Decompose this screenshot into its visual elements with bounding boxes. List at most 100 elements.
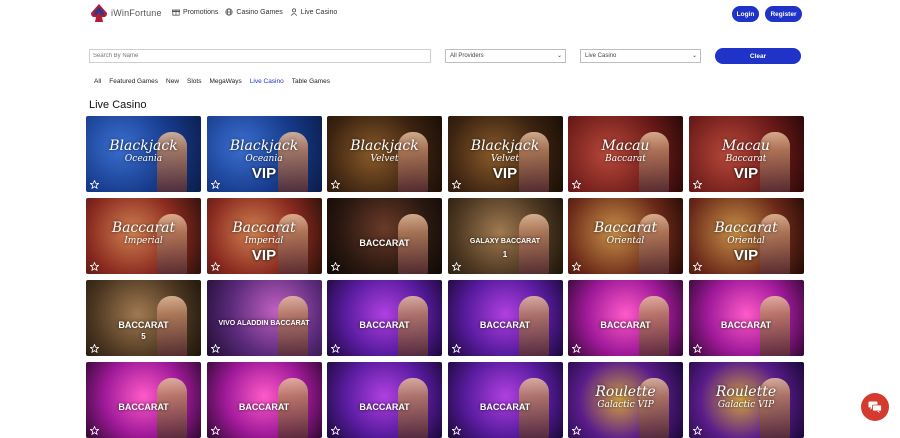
favorite-star-icon[interactable] — [210, 262, 220, 271]
favorite-star-icon[interactable] — [572, 344, 581, 353]
nav-casino-games[interactable]: Casino Games — [225, 8, 283, 16]
category-select-value: Live Casino — [585, 53, 617, 59]
favorite-star-icon[interactable] — [451, 180, 461, 189]
section-title: Live Casino — [89, 99, 147, 111]
category-tab[interactable]: MegaWays — [209, 78, 241, 85]
category-select[interactable]: Live Casino ⌄ — [580, 49, 701, 63]
tile-title: Blackjack — [470, 138, 540, 154]
category-tab[interactable]: Live Casino — [250, 78, 284, 85]
game-tile[interactable]: VIVO ALADDIN BACCARAT — [206, 280, 322, 356]
tile-vip-label: VIP — [733, 247, 759, 264]
tile-subtitle: 1 — [502, 250, 508, 259]
logo-text: iWinFortune — [111, 8, 162, 18]
game-tile[interactable]: Baccarat Oriental VIP — [688, 198, 804, 274]
tile-title: Baccarat — [232, 220, 296, 236]
game-tile[interactable]: BACCARAT — [447, 280, 563, 356]
tile-subtitle: Velvet — [370, 154, 399, 164]
category-tab[interactable]: Slots — [187, 78, 201, 85]
favorite-star-icon[interactable] — [210, 344, 220, 353]
game-tile[interactable]: BACCARAT 5 — [86, 280, 201, 356]
tile-title: BACCARAT — [600, 320, 651, 330]
favorite-star-icon[interactable] — [90, 344, 99, 353]
favorite-star-icon[interactable] — [451, 344, 461, 353]
favorite-star-icon[interactable] — [451, 262, 461, 271]
game-grid: Blackjack Oceania Blackjack Oceania VIP Black… — [86, 116, 804, 438]
favorite-star-icon[interactable] — [331, 180, 340, 189]
favorite-star-icon[interactable] — [90, 262, 99, 271]
filter-bar: All Providers ⌄ Live Casino ⌄ Clear — [89, 48, 801, 66]
tile-subtitle: Oceania — [124, 154, 163, 164]
tile-title: Baccarat — [714, 220, 778, 236]
tile-title: Blackjack — [109, 138, 178, 154]
tile-title: Macau — [601, 138, 650, 154]
game-tile[interactable]: Blackjack Oceania — [86, 116, 201, 192]
category-tab[interactable]: New — [166, 78, 179, 85]
tile-title: BACCARAT — [238, 402, 290, 412]
category-tab[interactable]: All — [94, 78, 101, 85]
game-tile[interactable]: Baccarat Imperial — [86, 198, 201, 274]
top-nav: iWinFortune Promotions Casino Games Live… — [0, 0, 900, 28]
person-icon — [290, 8, 297, 16]
game-tile[interactable]: Blackjack Velvet — [327, 116, 442, 192]
tile-vip-label: VIP — [251, 247, 277, 264]
login-button[interactable]: Login — [732, 6, 759, 22]
tile-title: GALAXY BACCARAT — [469, 238, 541, 245]
chevron-down-icon: ⌄ — [691, 53, 697, 59]
tile-title: Blackjack — [229, 138, 299, 154]
game-tile[interactable]: GALAXY BACCARAT 1 — [447, 198, 563, 274]
globe-icon — [225, 8, 234, 16]
game-tile[interactable]: Blackjack Velvet VIP — [447, 116, 563, 192]
chat-button[interactable] — [861, 393, 889, 421]
game-tile[interactable]: BACCARAT — [688, 280, 804, 356]
tile-subtitle: Oriental — [606, 236, 645, 246]
game-tile[interactable]: Macau Baccarat — [568, 116, 683, 192]
favorite-star-icon[interactable] — [331, 344, 340, 353]
game-tile[interactable]: BACCARAT — [327, 280, 442, 356]
search-input[interactable] — [89, 49, 431, 63]
providers-select[interactable]: All Providers ⌄ — [445, 49, 566, 63]
tile-title: BACCARAT — [720, 320, 772, 330]
tile-vip-label: VIP — [251, 165, 277, 182]
favorite-star-icon[interactable] — [90, 180, 99, 189]
tile-subtitle: Galactic VIP — [597, 400, 654, 410]
tile-title: Roulette — [715, 384, 777, 400]
favorite-star-icon[interactable] — [572, 180, 581, 189]
nav-live-casino[interactable]: Live Casino — [290, 8, 338, 16]
favorite-star-icon[interactable] — [572, 262, 581, 271]
favorite-star-icon[interactable] — [210, 426, 220, 435]
tile-subtitle: Galactic VIP — [717, 400, 775, 410]
tile-subtitle: Imperial — [124, 236, 163, 246]
favorite-star-icon[interactable] — [331, 262, 340, 271]
favorite-star-icon[interactable] — [572, 426, 581, 435]
tile-title: BACCARAT — [359, 320, 410, 330]
nav-links: Promotions Casino Games Live Casino — [172, 8, 337, 16]
favorite-star-icon[interactable] — [692, 426, 702, 435]
nav-promotions[interactable]: Promotions — [172, 8, 218, 16]
favorite-star-icon[interactable] — [451, 426, 461, 435]
register-button[interactable]: Register — [765, 6, 802, 22]
tile-vip-label: VIP — [733, 165, 759, 182]
tile-subtitle: Oriental — [727, 236, 765, 246]
logo[interactable]: iWinFortune — [89, 3, 162, 23]
favorite-star-icon[interactable] — [692, 262, 702, 271]
game-tile[interactable]: Macau Baccarat VIP — [688, 116, 804, 192]
favorite-star-icon[interactable] — [331, 426, 340, 435]
game-tile[interactable]: Blackjack Oceania VIP — [206, 116, 322, 192]
game-tile[interactable]: BACCARAT — [568, 280, 683, 356]
tile-title: BACCARAT — [118, 402, 169, 412]
tile-subtitle: Oceania — [245, 154, 283, 164]
game-tile[interactable]: Baccarat Imperial VIP — [206, 198, 322, 274]
favorite-star-icon[interactable] — [90, 426, 99, 435]
favorite-star-icon[interactable] — [692, 180, 702, 189]
favorite-star-icon[interactable] — [210, 180, 220, 189]
clear-button[interactable]: Clear — [715, 48, 801, 64]
game-tile[interactable]: BACCARAT — [327, 198, 442, 274]
nav-casino-games-label: Casino Games — [236, 8, 283, 16]
game-tile[interactable]: Baccarat Oriental — [568, 198, 683, 274]
category-tab[interactable]: Featured Games — [109, 78, 158, 85]
tile-title: Roulette — [595, 384, 656, 400]
nav-live-casino-label: Live Casino — [300, 8, 338, 16]
favorite-star-icon[interactable] — [692, 344, 702, 353]
tile-title: Blackjack — [350, 138, 419, 154]
category-tab[interactable]: Table Games — [292, 78, 330, 85]
